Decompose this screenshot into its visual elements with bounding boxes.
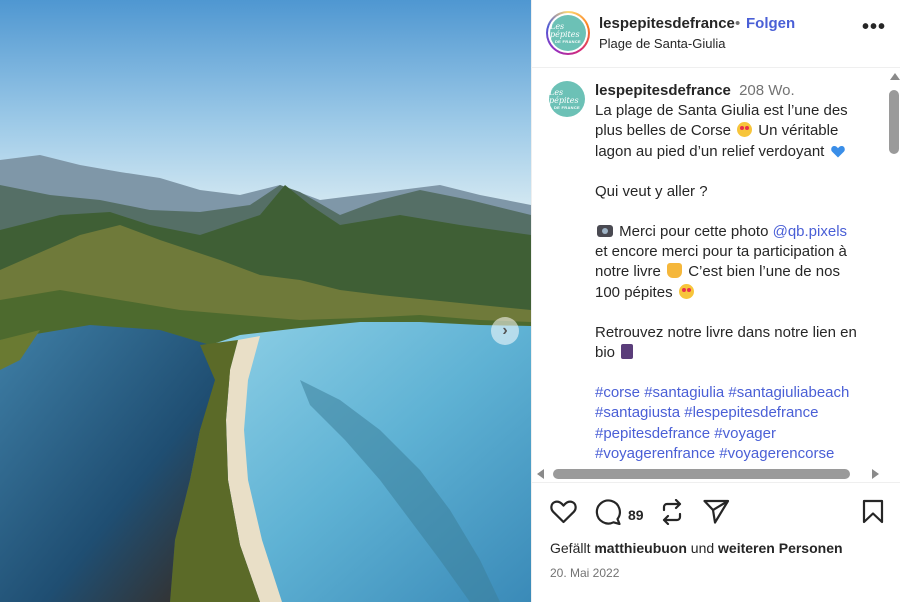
folded-hands-emoji-icon	[667, 263, 683, 279]
avatar-logo: Les pépites DE FRANCE	[550, 15, 586, 51]
caption-line: 100 pépites	[595, 283, 870, 303]
heart-icon-graphic	[550, 500, 577, 524]
caption-text-part: Merci pour cette photo	[619, 223, 769, 241]
hashtag-line[interactable]: #pepitesdefrance #voyager	[595, 424, 870, 444]
caption-gap	[595, 363, 870, 383]
caption-line: lagon au pied d’un relief verdoyant	[595, 142, 870, 162]
caption-text-part: C’est bien l’une de nos	[688, 263, 840, 281]
likes-prefix: Gefällt	[550, 540, 591, 556]
caption-line: notre livre C’est bien l’une de nos	[595, 262, 870, 282]
liked-by-others-link[interactable]: weiteren Personen	[718, 540, 843, 556]
hashtag-line[interactable]: #corse #santagiulia #santagiuliabeach	[595, 383, 870, 403]
caption-avatar-text: Les pépites	[549, 87, 579, 105]
caption-text-part: plus belles de Corse	[595, 122, 731, 140]
comment-count: 89	[628, 507, 644, 523]
heart-icon[interactable]	[550, 499, 577, 524]
caption-text-part: lagon au pied d’un relief verdoyant	[595, 142, 825, 160]
caption-line: plus belles de Corse Un véritable	[595, 121, 870, 141]
action-bar: 89 Gefällt matthieubuon und weiteren Per…	[532, 482, 900, 602]
avatar[interactable]: Les pépites DE FRANCE	[546, 11, 590, 55]
caption-username[interactable]: lespepitesdefrance	[595, 82, 731, 99]
comment-icon[interactable]	[595, 499, 622, 525]
likes-conjunction: und	[690, 540, 715, 556]
vertical-scrollbar[interactable]	[887, 68, 900, 482]
likes-summary: Gefällt matthieubuon und weiteren Person…	[550, 540, 843, 556]
post-date[interactable]: 20. Mai 2022	[550, 566, 619, 580]
caption-gap	[595, 202, 870, 222]
caption-text-part: notre livre	[595, 263, 661, 281]
post-side-panel: Les pépites DE FRANCE lespepitesdefrance…	[531, 0, 900, 602]
caption-meta-line: lespepitesdefrance 208 Wo.	[595, 81, 870, 101]
vertical-scroll-thumb[interactable]	[889, 90, 899, 154]
camera-emoji-icon	[597, 225, 613, 238]
bookmark-icon[interactable]	[862, 499, 884, 524]
header-username[interactable]: lespepitesdefrance	[599, 15, 735, 32]
heart-eyes-emoji-icon	[737, 122, 753, 138]
caption-line: Retrouvez notre livre dans notre lien en	[595, 323, 857, 341]
caption-text: lespepitesdefrance 208 Wo. La plage de S…	[595, 81, 870, 464]
horizontal-scroll-thumb[interactable]	[553, 469, 850, 479]
book-emoji-icon	[621, 344, 634, 360]
caption-text-part: bio	[595, 344, 616, 362]
header-separator: •	[735, 15, 741, 32]
liked-by-user-link[interactable]: matthieubuon	[594, 540, 687, 556]
caption-avatar-subtext: DE FRANCE	[553, 104, 581, 110]
caption-avatar[interactable]: Les pépites DE FRANCE	[549, 81, 585, 117]
caption: Les pépites DE FRANCE lespepitesdefrance…	[532, 68, 900, 480]
avatar-logo-subtext: DE FRANCE	[554, 38, 582, 44]
caption-line: Qui veut y aller ?	[595, 182, 708, 200]
send-icon-graphic	[703, 499, 730, 524]
horizontal-scrollbar[interactable]	[532, 466, 887, 482]
location-link[interactable]: Plage de Santa-Giulia	[599, 36, 725, 51]
scroll-right-icon[interactable]	[872, 469, 879, 479]
caption-gap	[595, 162, 870, 182]
caption-line: La plage de Santa Giulia est l’une des	[595, 102, 848, 120]
share-icon[interactable]	[660, 499, 684, 525]
caption-text-part: 100 pépites	[595, 283, 673, 301]
heart-eyes-emoji-icon	[678, 283, 694, 299]
more-icon[interactable]: •••	[862, 16, 886, 39]
scroll-up-icon[interactable]	[890, 73, 900, 80]
avatar-logo-text: Les pépites	[550, 21, 580, 39]
send-icon[interactable]	[703, 499, 730, 524]
bookmark-icon-graphic	[862, 499, 884, 524]
caption-line: bio	[595, 343, 870, 363]
caption-timestamp[interactable]: 208 Wo.	[739, 82, 795, 99]
caption-text-part: Un véritable	[758, 122, 839, 140]
hashtag-line[interactable]: #santagiusta #lespepitesdefrance	[595, 403, 870, 423]
caption-gap	[595, 303, 870, 323]
caption-line: et encore merci pour ta participation à	[595, 243, 847, 261]
next-arrow-icon[interactable]: ›	[491, 317, 519, 345]
hashtag-line[interactable]: #voyagerenfrance #voyagerencorse	[595, 444, 870, 464]
avatar-border: Les pépites DE FRANCE	[548, 13, 588, 53]
caption-line: Merci pour cette photo @qb.pixels	[595, 222, 870, 242]
landscape-image	[0, 0, 531, 602]
post-header: Les pépites DE FRANCE lespepitesdefrance…	[532, 0, 900, 68]
repost-icon-graphic	[662, 499, 682, 525]
scroll-left-icon[interactable]	[537, 469, 544, 479]
blue-heart-emoji-icon	[830, 145, 845, 158]
comment-icon-graphic	[595, 499, 621, 525]
follow-button[interactable]: Folgen	[746, 15, 795, 32]
mention-link[interactable]: @qb.pixels	[773, 223, 847, 240]
post-photo[interactable]: ›	[0, 0, 531, 602]
